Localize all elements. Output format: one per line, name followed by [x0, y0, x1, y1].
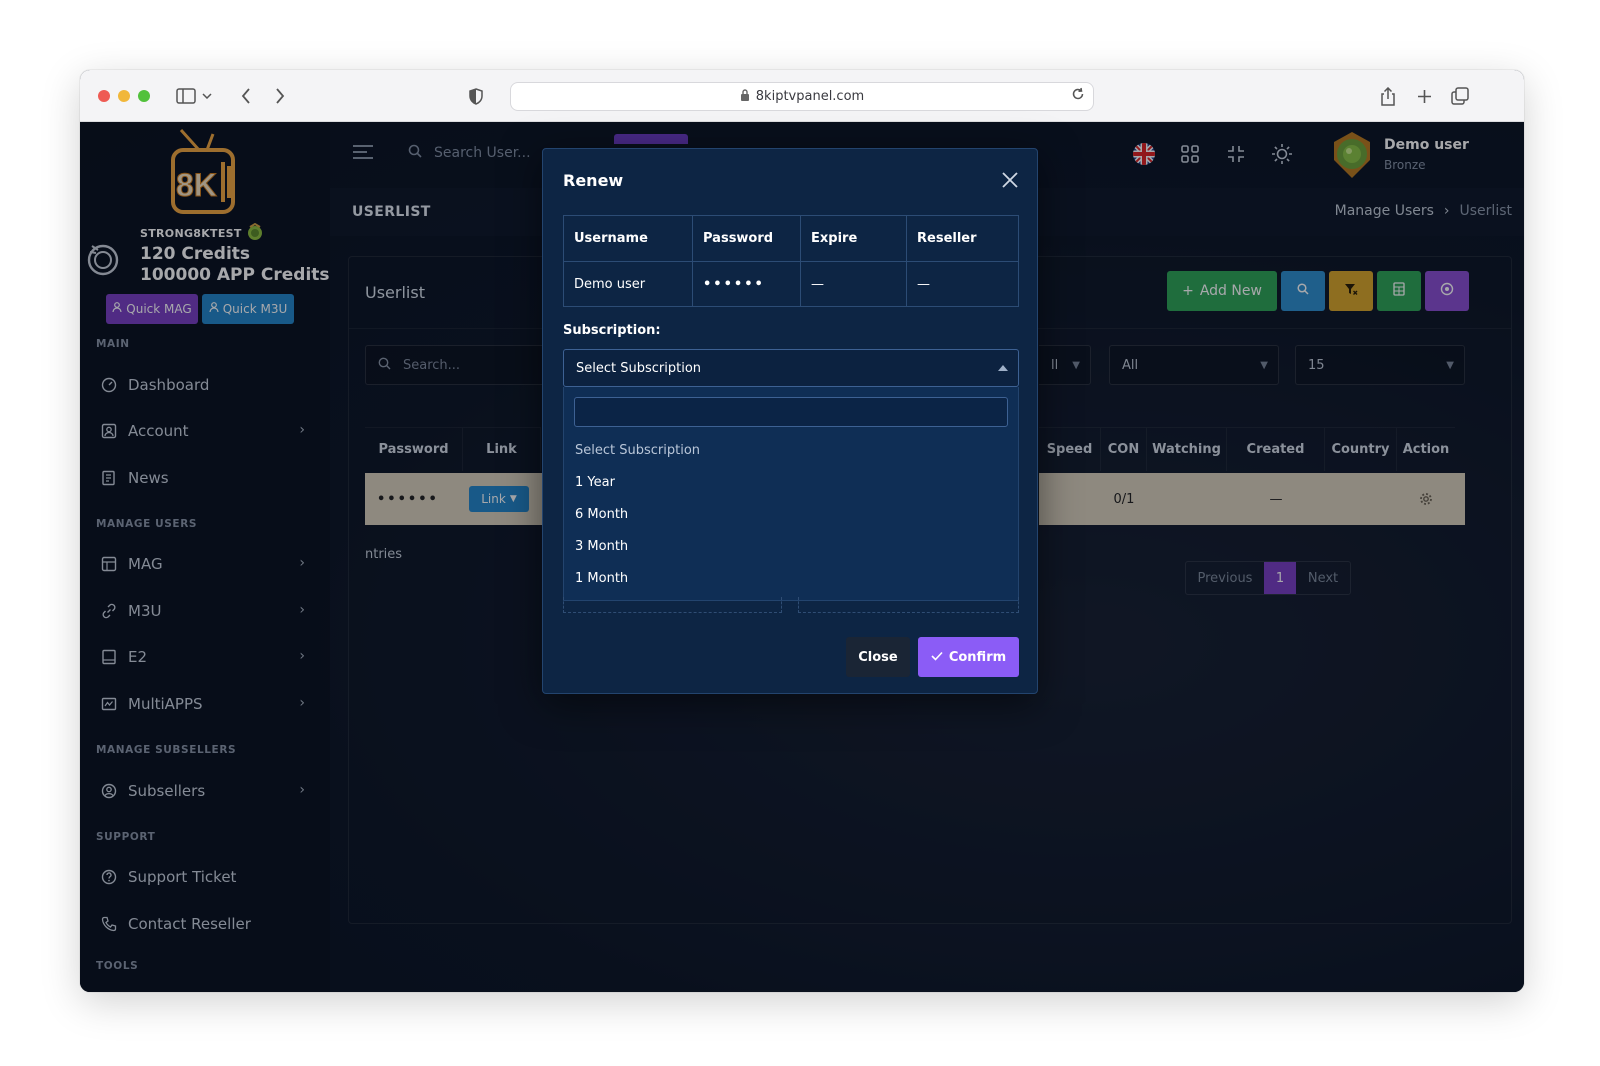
renew-password: ••••••	[693, 262, 801, 306]
sidebar-toggle-icon[interactable]	[174, 84, 198, 108]
renew-expire: —	[801, 262, 907, 306]
subscription-select[interactable]: Select Subscription	[563, 349, 1019, 387]
renew-username: Demo user	[564, 262, 693, 306]
back-icon[interactable]	[234, 84, 258, 108]
caret-up-icon	[998, 365, 1008, 371]
close-window-button[interactable]	[98, 90, 110, 102]
subscription-label: Subscription:	[563, 323, 661, 338]
address-bar[interactable]: 8kiptvpanel.com	[510, 82, 1094, 111]
share-icon[interactable]	[1376, 84, 1400, 108]
browser-toolbar: 8kiptvpanel.com	[80, 70, 1524, 122]
chevron-down-icon[interactable]	[200, 84, 214, 108]
confirm-button[interactable]: Confirm	[918, 637, 1019, 677]
column-header-expire: Expire	[801, 216, 907, 261]
subscription-option[interactable]: 3 Month	[575, 539, 628, 554]
column-header-username: Username	[564, 216, 693, 261]
tabs-overview-icon[interactable]	[1448, 84, 1472, 108]
renew-modal: Renew Username Password Expire Reseller …	[542, 148, 1038, 694]
subscription-search-input[interactable]	[574, 397, 1008, 427]
hidden-field	[798, 597, 1019, 613]
renew-user-table: Username Password Expire Reseller Demo u…	[563, 215, 1019, 307]
url-text: 8kiptvpanel.com	[755, 89, 865, 104]
close-icon[interactable]	[999, 169, 1021, 191]
close-button[interactable]: Close	[846, 637, 910, 677]
forward-icon[interactable]	[268, 84, 292, 108]
table-row: Demo user •••••• — —	[564, 261, 1018, 306]
browser-window: 8kiptvpanel.com 8K STRONG8KTEST 120 Cred…	[80, 70, 1524, 992]
subscription-option[interactable]: 6 Month	[575, 507, 628, 522]
subscription-option[interactable]: Select Subscription	[575, 443, 700, 458]
shield-icon[interactable]	[464, 84, 488, 108]
column-header-password: Password	[693, 216, 801, 261]
subscription-dropdown: Select Subscription 1 Year 6 Month 3 Mon…	[563, 387, 1019, 601]
column-header-reseller: Reseller	[917, 231, 977, 246]
hidden-field	[563, 597, 782, 613]
subscription-option[interactable]: 1 Year	[575, 475, 615, 490]
subscription-option[interactable]: 1 Month	[575, 571, 628, 586]
renew-table-header: Username Password Expire Reseller	[564, 216, 1018, 261]
modal-title: Renew	[563, 171, 624, 190]
maximize-window-button[interactable]	[138, 90, 150, 102]
renew-reseller: —	[917, 276, 930, 292]
modal-backdrop[interactable]: Renew Username Password Expire Reseller …	[80, 122, 1524, 992]
reload-icon[interactable]	[1071, 87, 1085, 105]
lock-icon	[740, 88, 750, 105]
minimize-window-button[interactable]	[118, 90, 130, 102]
new-tab-icon[interactable]	[1412, 84, 1436, 108]
app-area: 8K STRONG8KTEST 120 Credits 100000 APP C…	[80, 122, 1524, 992]
check-icon	[931, 650, 943, 665]
